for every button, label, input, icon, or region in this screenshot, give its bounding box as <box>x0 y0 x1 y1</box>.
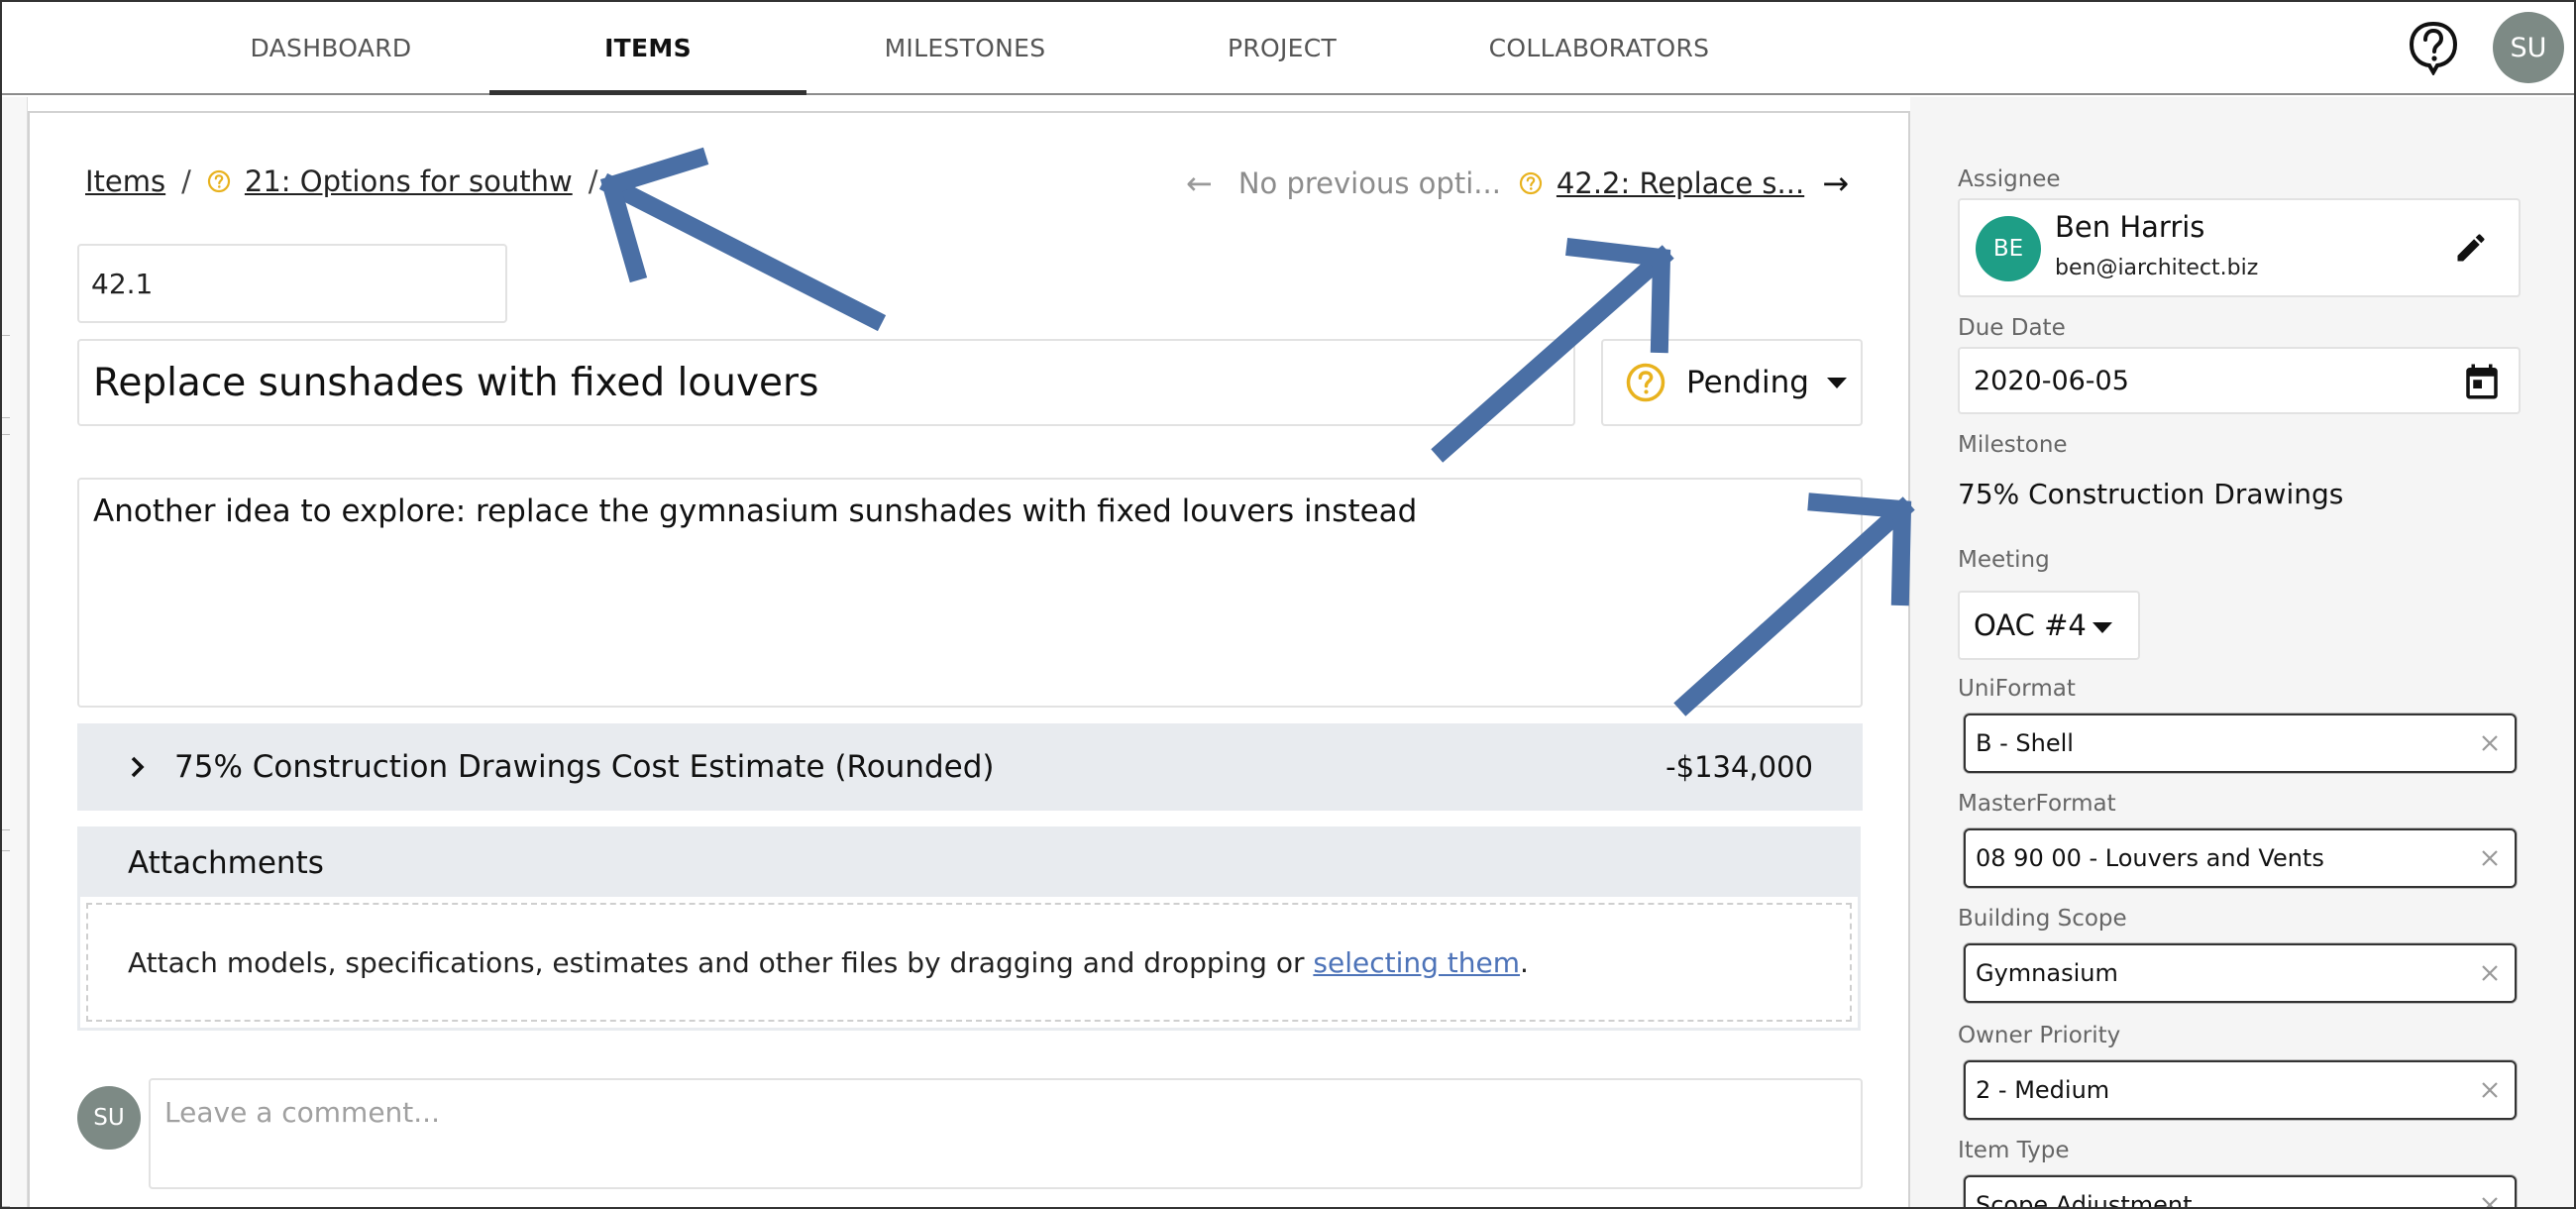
clear-icon[interactable] <box>2479 847 2501 869</box>
assignee-avatar: BE <box>1976 216 2041 281</box>
uniformat-label: UniFormat <box>1958 676 2076 702</box>
breadcrumb-parent-link[interactable]: 21: Options for southw <box>245 165 573 198</box>
calendar-icon[interactable] <box>2461 361 2503 402</box>
dropzone-period: . <box>1520 945 1529 979</box>
breadcrumb-items-link[interactable]: Items <box>85 165 165 198</box>
assignee-card[interactable]: BE Ben Harris ben@iarchitect.biz <box>1958 198 2521 297</box>
item-type-field[interactable]: Scope Adjustment <box>1964 1175 2517 1209</box>
description-field[interactable]: Another idea to explore: replace the gym… <box>77 478 1863 708</box>
cost-estimate-amount: -$134,000 <box>1665 750 1813 784</box>
attachments-section: Attachments Attach models, specification… <box>77 826 1861 1031</box>
left-strip-tab <box>2 850 10 1207</box>
left-strip <box>2 97 28 1207</box>
item-number-field[interactable]: 42.1 <box>77 244 507 323</box>
masterformat-value: 08 90 00 - Louvers and Vents <box>1976 844 2324 872</box>
status-label: Pending <box>1686 365 1809 400</box>
item-title-field[interactable]: Replace sunshades with fixed louvers <box>77 339 1575 426</box>
cost-estimate-row[interactable]: 75% Construction Drawings Cost Estimate … <box>77 723 1863 811</box>
owner-priority-label: Owner Priority <box>1958 1023 2121 1048</box>
clear-icon[interactable] <box>2479 962 2501 984</box>
due-date-value: 2020-06-05 <box>1974 365 2129 396</box>
breadcrumb: Items / 21: Options for southw / <box>85 165 613 198</box>
breadcrumb-separator: / <box>181 165 191 198</box>
item-type-label: Item Type <box>1958 1138 2070 1163</box>
previous-arrow-icon: ← <box>1186 165 1213 202</box>
due-date-label: Due Date <box>1958 315 2066 341</box>
attachments-title: Attachments <box>80 829 1858 897</box>
previous-option-text: No previous opti... <box>1237 166 1501 200</box>
tab-milestones[interactable]: MILESTONES <box>806 2 1124 93</box>
milestone-value: 75% Construction Drawings <box>1958 478 2344 510</box>
pencil-edit-icon[interactable] <box>2453 230 2489 266</box>
comment-avatar: SU <box>77 1086 141 1150</box>
cost-estimate-label: 75% Construction Drawings Cost Estimate … <box>174 749 995 785</box>
breadcrumb-separator: / <box>588 165 598 198</box>
pending-status-icon <box>207 169 231 193</box>
item-detail-card: Items / 21: Options for southw / ← No pr… <box>28 111 1910 1207</box>
next-option-link[interactable]: 42.2: Replace s... <box>1556 166 1804 200</box>
milestone-label: Milestone <box>1958 432 2068 458</box>
caret-down-icon <box>1826 377 1847 388</box>
next-arrow-icon[interactable]: → <box>1822 165 1849 202</box>
building-scope-value: Gymnasium <box>1976 959 2118 987</box>
chevron-right-icon[interactable] <box>121 750 155 784</box>
item-properties-panel: Assignee BE Ben Harris ben@iarchitect.bi… <box>1910 97 2574 1209</box>
owner-priority-value: 2 - Medium <box>1976 1076 2110 1104</box>
tab-project[interactable]: PROJECT <box>1124 2 1441 93</box>
clear-icon[interactable] <box>2479 732 2501 754</box>
uniformat-value: B - Shell <box>1976 729 2074 757</box>
attachments-dropzone[interactable]: Attach models, specifications, estimates… <box>86 903 1852 1022</box>
top-nav: DASHBOARD ITEMS MILESTONES PROJECT COLLA… <box>2 2 2574 95</box>
building-scope-field[interactable]: Gymnasium <box>1964 943 2517 1003</box>
assignee-label: Assignee <box>1958 166 2061 192</box>
pending-status-icon <box>1625 362 1666 403</box>
item-type-value: Scope Adjustment <box>1976 1191 2193 1209</box>
clear-icon[interactable] <box>2479 1079 2501 1101</box>
help-icon[interactable] <box>2408 20 2459 77</box>
meeting-label: Meeting <box>1958 547 2050 573</box>
caret-down-icon <box>2093 622 2112 633</box>
app-window: DASHBOARD ITEMS MILESTONES PROJECT COLLA… <box>0 0 2576 1209</box>
status-dropdown[interactable]: Pending <box>1601 339 1863 426</box>
tab-collaborators[interactable]: COLLABORATORS <box>1441 2 1758 93</box>
uniformat-field[interactable]: B - Shell <box>1964 714 2517 773</box>
meeting-value: OAC #4 <box>1974 608 2087 642</box>
left-strip-tab <box>2 335 10 418</box>
option-navigation: ← No previous opti... 42.2: Replace s...… <box>1186 165 1849 202</box>
select-files-link[interactable]: selecting them <box>1313 946 1520 979</box>
user-avatar[interactable]: SU <box>2493 12 2564 83</box>
meeting-dropdown[interactable]: OAC #4 <box>1958 591 2140 660</box>
masterformat-label: MasterFormat <box>1958 791 2116 817</box>
due-date-field[interactable]: 2020-06-05 <box>1958 347 2521 414</box>
left-strip-tab <box>2 434 10 830</box>
tab-items[interactable]: ITEMS <box>489 2 806 95</box>
comment-input[interactable]: Leave a comment... <box>149 1078 1863 1189</box>
assignee-name: Ben Harris <box>2055 210 2205 244</box>
owner-priority-field[interactable]: 2 - Medium <box>1964 1060 2517 1120</box>
building-scope-label: Building Scope <box>1958 906 2127 932</box>
masterformat-field[interactable]: 08 90 00 - Louvers and Vents <box>1964 828 2517 888</box>
assignee-email: ben@iarchitect.biz <box>2055 256 2259 280</box>
pending-status-icon <box>1519 171 1543 195</box>
clear-icon[interactable] <box>2479 1194 2501 1207</box>
dropzone-text: Attach models, specifications, estimates… <box>128 945 1305 979</box>
tab-dashboard[interactable]: DASHBOARD <box>172 2 489 93</box>
